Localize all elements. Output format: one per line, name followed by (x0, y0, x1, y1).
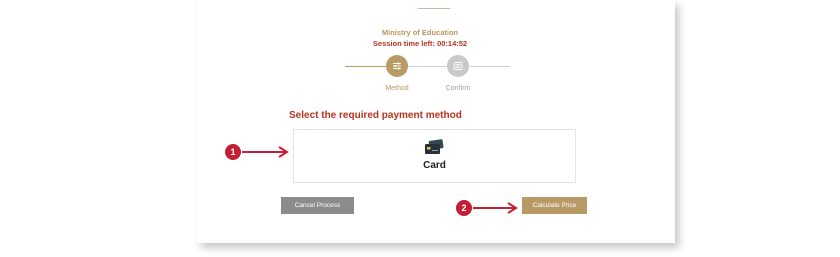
calculate-price-button[interactable]: Calculate Price (522, 197, 587, 214)
step-confirm[interactable] (447, 55, 469, 77)
list-icon (453, 61, 463, 71)
credit-card-icon (423, 139, 445, 157)
session-timer: Session time left: 00:14:52 (372, 39, 468, 48)
top-divider (418, 8, 450, 9)
step-label-method: Method (385, 85, 409, 92)
stepper-line-right (470, 66, 510, 67)
sliders-icon (392, 61, 402, 71)
annotation-arrow-1 (242, 146, 289, 158)
section-title: Select the required payment method (289, 110, 462, 121)
stepper-line-middle (408, 66, 447, 67)
payment-method-card[interactable]: Card (293, 129, 576, 183)
cancel-process-button[interactable]: Cancel Process (281, 197, 354, 214)
annotation-arrow-2 (473, 202, 518, 214)
payment-method-label: Card (423, 160, 446, 171)
annotation-badge-1: 1 (225, 144, 241, 160)
organization-name: Ministry of Education (381, 28, 459, 37)
step-label-confirm: Confirm (445, 85, 471, 92)
step-method[interactable] (386, 55, 408, 77)
annotation-badge-2: 2 (456, 200, 472, 216)
stepper-line-left (345, 66, 386, 67)
